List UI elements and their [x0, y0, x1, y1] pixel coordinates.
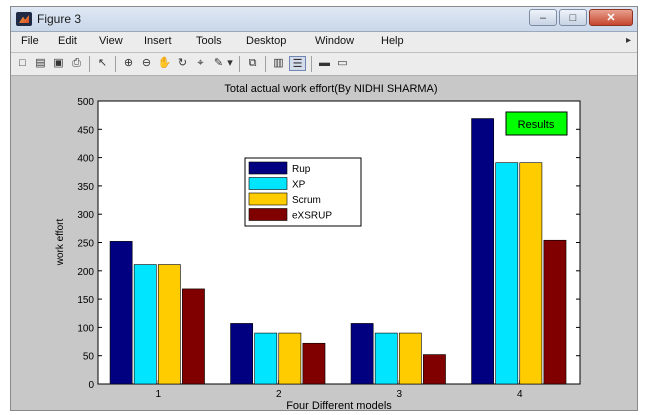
toolbar-separator	[265, 56, 266, 72]
legend-swatch-rup	[248, 161, 288, 175]
toolbar: □ ▤ ▣ ⎙ ↖ ⊕ ⊖ ✋ ↻ ⌖ ✎ ▾ ⧉ ▥ ☰ ▬ ▭	[11, 53, 637, 76]
y-tick-label: 350	[77, 182, 94, 193]
legend-label-exsrup: eXSRUP	[292, 211, 332, 222]
zoom-in-icon[interactable]: ⊕	[121, 56, 136, 71]
results-button[interactable]: Results	[505, 111, 568, 136]
y-tick-label: 300	[77, 210, 94, 221]
window-title: Figure 3	[37, 12, 82, 26]
bar-rup[interactable]	[350, 323, 374, 385]
maximize-button[interactable]: □	[559, 9, 587, 26]
bar-rup[interactable]	[471, 118, 495, 385]
open-file-icon[interactable]: ▤	[33, 56, 48, 71]
menu-desktop[interactable]: Desktop	[246, 35, 286, 47]
menu-view[interactable]: View	[99, 35, 123, 47]
bar-exsrup[interactable]	[182, 288, 205, 385]
minimize-button[interactable]: –	[529, 9, 557, 26]
show-plot-tools-icon[interactable]: ▭	[335, 56, 350, 71]
legend-swatch-xp	[248, 177, 288, 190]
menu-tools[interactable]: Tools	[196, 35, 222, 47]
save-icon[interactable]: ▣	[51, 56, 66, 71]
bar-rup[interactable]	[230, 323, 254, 385]
y-tick-label: 150	[77, 295, 94, 306]
legend-label-scrum: Scrum	[292, 195, 321, 206]
close-button[interactable]: ✕	[589, 9, 633, 26]
edit-plot-arrow-icon[interactable]: ↖	[95, 56, 110, 71]
y-tick-label: 250	[77, 239, 94, 250]
y-tick-label: 200	[77, 267, 94, 278]
bar-xp[interactable]	[495, 162, 519, 385]
menu-overflow-icon[interactable]: ▸	[626, 35, 631, 46]
figure-canvas: Total actual work effort(By NIDHI SHARMA…	[11, 76, 637, 411]
window-controls: – □ ✕	[529, 9, 633, 26]
figure-window: Figure 3 – □ ✕ File Edit View Insert Too…	[10, 6, 638, 411]
legend-swatch-exsrup	[248, 208, 288, 221]
menu-window[interactable]: Window	[315, 35, 354, 47]
y-tick-label: 100	[77, 323, 94, 334]
legend-label-xp: XP	[292, 180, 306, 191]
brush-dropdown-icon[interactable]: ▾	[225, 56, 235, 71]
menu-help[interactable]: Help	[381, 35, 404, 47]
x-tick-label: 2	[276, 389, 282, 400]
pan-hand-icon[interactable]: ✋	[157, 56, 172, 71]
x-tick-label: 1	[155, 389, 161, 400]
hide-plot-tools-icon[interactable]: ▬	[317, 56, 332, 71]
y-axis-label: work effort	[55, 219, 66, 267]
new-figure-icon[interactable]: □	[15, 56, 30, 71]
y-tick-label: 400	[77, 154, 94, 165]
menu-file[interactable]: File	[21, 35, 39, 47]
bar-rup[interactable]	[109, 241, 133, 385]
y-tick-label: 450	[77, 125, 94, 136]
bar-chart: Total actual work effort(By NIDHI SHARMA…	[55, 83, 581, 411]
toolbar-separator	[239, 56, 240, 72]
title-bar[interactable]: Figure 3 – □ ✕	[11, 7, 637, 32]
bar-xp[interactable]	[254, 332, 278, 385]
bar-scrum[interactable]	[278, 332, 302, 385]
brush-icon[interactable]: ✎	[211, 56, 226, 71]
y-tick-label: 0	[88, 380, 94, 391]
toolbar-separator	[89, 56, 90, 72]
bar-exsrup[interactable]	[302, 342, 326, 385]
chart-title: Total actual work effort(By NIDHI SHARMA…	[224, 83, 437, 95]
menu-bar: File Edit View Insert Tools Desktop Wind…	[11, 32, 637, 53]
zoom-out-icon[interactable]: ⊖	[139, 56, 154, 71]
menu-edit[interactable]: Edit	[58, 35, 77, 47]
bar-exsrup[interactable]	[543, 239, 567, 385]
bar-scrum[interactable]	[519, 162, 543, 385]
legend-icon[interactable]: ☰	[289, 56, 306, 71]
rotate-3d-icon[interactable]: ↻	[175, 56, 190, 71]
colorbar-icon[interactable]: ▥	[271, 56, 286, 71]
bar-exsrup[interactable]	[423, 354, 446, 385]
bar-scrum[interactable]	[398, 332, 422, 385]
bar-scrum[interactable]	[157, 264, 181, 385]
menu-insert[interactable]: Insert	[144, 35, 172, 47]
x-tick-label: 3	[396, 389, 402, 400]
data-cursor-icon[interactable]: ⌖	[193, 56, 208, 71]
y-tick-label: 50	[83, 352, 95, 363]
x-axis-label: Four Different models	[286, 400, 392, 411]
legend-label-rup: Rup	[292, 164, 311, 175]
matlab-icon	[16, 12, 32, 26]
x-tick-label: 4	[517, 389, 523, 400]
chart-legend[interactable]: Rup XP Scrum eXSRUP	[244, 157, 362, 227]
print-icon[interactable]: ⎙	[69, 56, 84, 71]
results-button-label[interactable]: Results	[518, 119, 555, 131]
toolbar-separator	[311, 56, 312, 72]
y-tick-label: 500	[77, 97, 94, 108]
toolbar-separator	[115, 56, 116, 72]
link-plot-icon[interactable]: ⧉	[245, 56, 260, 71]
bar-xp[interactable]	[133, 264, 157, 385]
legend-swatch-scrum	[248, 192, 288, 206]
bar-xp[interactable]	[374, 332, 398, 385]
